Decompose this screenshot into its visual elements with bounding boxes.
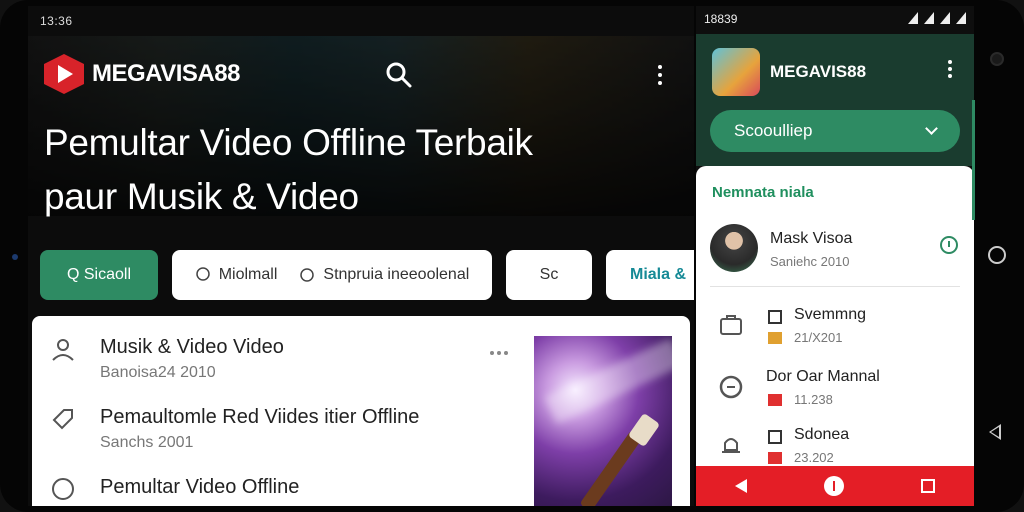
category-dropdown[interactable]: Scooulliep bbox=[710, 110, 960, 152]
guitar-icon bbox=[579, 430, 643, 506]
info-icon[interactable] bbox=[940, 236, 958, 254]
phone-nav-bar bbox=[696, 466, 974, 506]
concert-thumbnail[interactable] bbox=[534, 336, 684, 506]
phone-app-title: MEGAVIS88 bbox=[770, 62, 867, 81]
list-item-subtitle: Banoisa24 2010 bbox=[100, 364, 216, 381]
tablet-device: 13:36 MEGAVISA88 Pemultar Video Offline … bbox=[0, 0, 1024, 512]
phone-status-time: 18839 bbox=[704, 12, 738, 26]
badge-icon bbox=[768, 332, 782, 344]
phone-more-icon[interactable] bbox=[948, 60, 952, 78]
recent-apps-icon[interactable] bbox=[921, 479, 936, 493]
bell-icon bbox=[722, 438, 740, 453]
phone-content-panel: Nemnata niala Mask Visoa Saniehc 2010 Sv… bbox=[696, 166, 974, 466]
scroll-indicator bbox=[972, 100, 975, 220]
avatar[interactable] bbox=[710, 224, 758, 272]
badge-icon bbox=[768, 394, 782, 406]
row-menu-icon[interactable] bbox=[490, 351, 508, 355]
dropdown-value: Scooulliep bbox=[734, 121, 813, 140]
signal-icons bbox=[908, 12, 966, 30]
device-home-icon[interactable] bbox=[988, 246, 1006, 264]
badge-icon bbox=[768, 452, 782, 464]
camera-icon bbox=[990, 52, 1004, 66]
refresh-icon bbox=[719, 375, 743, 399]
row-subtitle: 11.238 bbox=[794, 392, 833, 407]
category-chip[interactable]: Miolmall Stnpruia ineeoolenal bbox=[172, 250, 492, 300]
row-title: Dor Oar Mannal bbox=[766, 368, 880, 385]
phone-header: MEGAVIS88 Scooulliep bbox=[696, 34, 974, 166]
list-item[interactable]: Pemaultomle Red Viides itier Offline San… bbox=[32, 386, 502, 451]
chevron-down-icon bbox=[925, 122, 938, 135]
video-list: Musik & Video Video Banoisa24 2010 Pemau… bbox=[32, 316, 690, 506]
list-item-title: Pemaultomle Red Viides itier Offline bbox=[100, 406, 420, 428]
search-chip[interactable]: Q Sicaoll bbox=[40, 250, 158, 300]
row-subtitle: 23.202 bbox=[794, 450, 834, 465]
sensor-dot bbox=[12, 254, 18, 260]
list-item[interactable]: Dor Oar Mannal 11.238 bbox=[696, 362, 974, 418]
hero-line-2: paur Musik & Video bbox=[44, 176, 359, 217]
profile-name: Mask Visoa bbox=[770, 230, 853, 247]
hero-line-1: Pemultar Video Offline Terbaik bbox=[44, 122, 533, 163]
row-title: Sdonea bbox=[794, 426, 850, 443]
app-avatar-icon[interactable] bbox=[712, 48, 760, 96]
list-item-subtitle: Sanchs 2001 bbox=[100, 434, 194, 451]
media-chip[interactable]: Miala & bbox=[606, 250, 694, 300]
divider bbox=[710, 286, 960, 287]
chat-icon bbox=[195, 267, 210, 281]
app-brand[interactable]: MEGAVISA88 bbox=[44, 54, 240, 94]
list-item[interactable]: Musik & Video Video Banoisa24 2010 bbox=[32, 316, 508, 381]
category-chip-label-2: Stnpruia ineeoolenal bbox=[323, 266, 470, 283]
circle-icon bbox=[52, 478, 74, 500]
list-item[interactable]: Pemultar Video Offline bbox=[32, 456, 502, 506]
row-subtitle: 21/X201 bbox=[794, 330, 843, 345]
hero-title: Pemultar Video Offline Terbaik paur Musi… bbox=[44, 116, 664, 224]
home-icon[interactable] bbox=[823, 476, 844, 496]
tag-icon bbox=[52, 409, 73, 430]
more-options-icon[interactable] bbox=[652, 60, 668, 90]
category-chip-label: Miolmall bbox=[218, 266, 278, 283]
list-item-title: Musik & Video Video bbox=[100, 336, 284, 358]
status-time: 13:36 bbox=[40, 14, 73, 28]
checkbox[interactable] bbox=[768, 430, 782, 444]
sort-chip-label: Sc bbox=[539, 266, 559, 283]
search-icon bbox=[386, 62, 412, 88]
row-title: Svemmng bbox=[794, 306, 867, 323]
profile-subtitle: Saniehc 2010 bbox=[770, 254, 850, 269]
phone-app-screen: 18839 MEGAVIS88 Scooulliep Nemnata niala… bbox=[696, 6, 974, 506]
list-item[interactable]: Svemmng 21/X201 bbox=[696, 300, 974, 356]
video-app-screen: 13:36 MEGAVISA88 Pemultar Video Offline … bbox=[28, 6, 694, 506]
back-icon[interactable] bbox=[734, 479, 747, 493]
device-back-icon[interactable] bbox=[989, 424, 1001, 440]
filter-chips: Q Sicaoll Miolmall Stnpruia ineeoolenal … bbox=[40, 250, 694, 300]
search-button[interactable] bbox=[384, 60, 414, 90]
section-title: Nemnata niala bbox=[712, 184, 814, 201]
user-icon bbox=[52, 339, 74, 361]
tag-icon bbox=[300, 268, 315, 282]
phone-status-bar: 18839 bbox=[704, 12, 966, 30]
checkbox[interactable] bbox=[768, 310, 782, 324]
brand-name: MEGAVISA88 bbox=[92, 60, 240, 87]
sort-chip[interactable]: Sc bbox=[506, 250, 592, 300]
play-logo-icon bbox=[44, 54, 84, 94]
briefcase-icon bbox=[720, 315, 742, 335]
search-chip-label: Q Sicaoll bbox=[66, 266, 132, 283]
list-item-title: Pemultar Video Offline bbox=[100, 476, 300, 498]
media-chip-label: Miala & bbox=[630, 266, 687, 283]
